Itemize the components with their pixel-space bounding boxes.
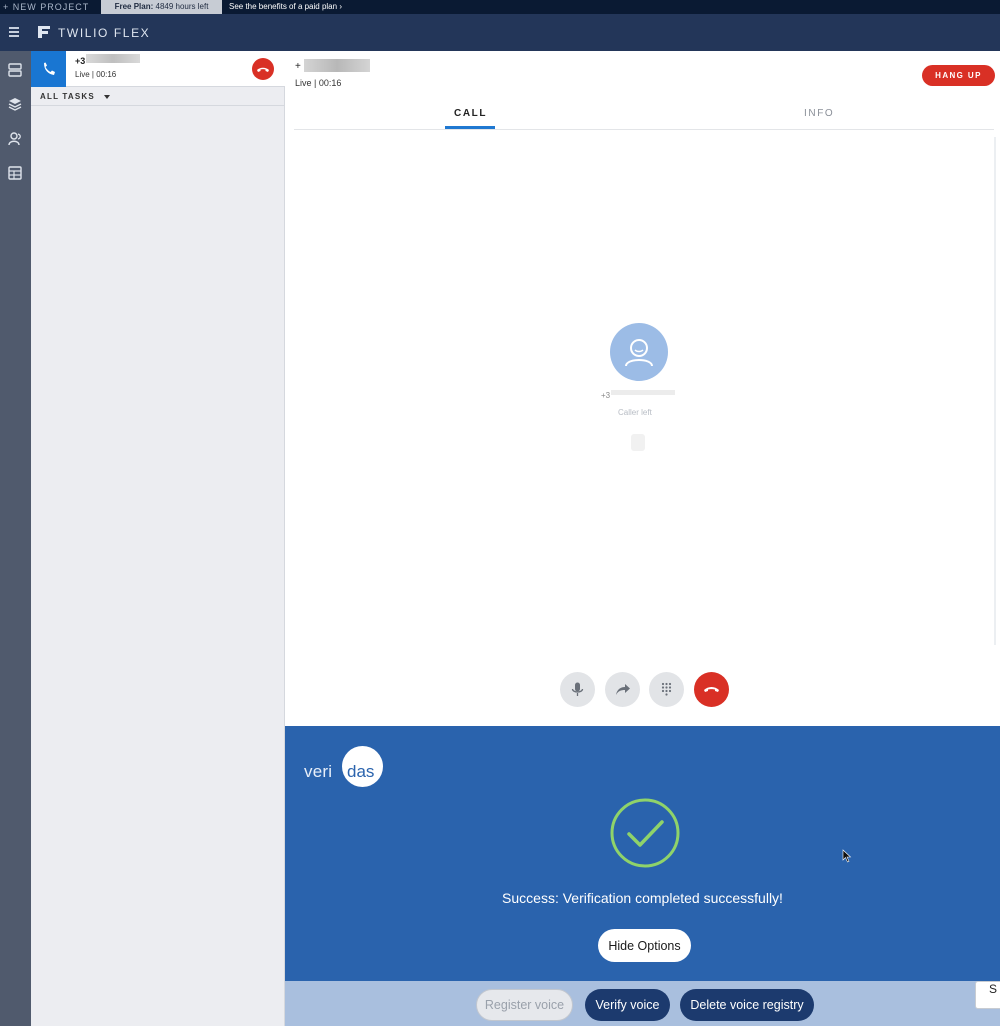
hide-options-button[interactable]: Hide Options bbox=[598, 929, 691, 962]
task-status: Live | 00:16 bbox=[75, 70, 117, 79]
task-list-icon[interactable] bbox=[6, 61, 24, 79]
app-header: TWILIO FLEX bbox=[0, 14, 1000, 51]
plan-label: Free Plan: bbox=[114, 2, 154, 11]
plan-hours: 4849 hours left bbox=[153, 2, 209, 11]
divider bbox=[294, 129, 994, 130]
participant-number: +3 bbox=[601, 391, 611, 400]
paid-plan-link-label: See the benefits of a paid plan bbox=[229, 2, 338, 11]
scrollbar[interactable] bbox=[992, 131, 998, 651]
dashboard-icon[interactable] bbox=[6, 164, 24, 182]
mute-button[interactable] bbox=[560, 672, 595, 707]
delete-voice-registry-button[interactable]: Delete voice registry bbox=[680, 989, 814, 1021]
voice-options-bar: Register voice Verify voice Delete voice… bbox=[285, 981, 1000, 1026]
tab-call[interactable]: CALL bbox=[454, 108, 487, 119]
paid-plan-link[interactable]: See the benefits of a paid plan › bbox=[229, 0, 342, 14]
veridas-panel: veri das Success: Verification completed… bbox=[285, 726, 1000, 981]
redacted-number bbox=[304, 59, 370, 72]
end-call-button[interactable] bbox=[694, 672, 729, 707]
redacted-number bbox=[611, 390, 675, 395]
hangup-icon bbox=[704, 687, 719, 692]
participant-action-icon[interactable] bbox=[631, 434, 645, 451]
tab-info[interactable]: INFO bbox=[804, 108, 834, 119]
veridas-logo: veri bbox=[304, 762, 333, 781]
hangup-icon bbox=[257, 67, 269, 72]
teams-icon[interactable] bbox=[6, 130, 24, 148]
task-card[interactable]: +3 Live | 00:16 bbox=[31, 51, 285, 87]
call-status: Live | 00:16 bbox=[295, 78, 342, 88]
app-title: TWILIO FLEX bbox=[58, 26, 151, 40]
verify-voice-button[interactable]: Verify voice bbox=[585, 989, 670, 1021]
menu-icon[interactable] bbox=[9, 27, 19, 37]
participant-status: Caller left bbox=[618, 408, 652, 417]
task-list-panel: +3 Live | 00:16 ALL TASKS bbox=[31, 51, 285, 1026]
new-project-link[interactable]: + NEW PROJECT bbox=[3, 0, 89, 14]
edge-button[interactable]: S bbox=[975, 981, 1000, 1009]
divider bbox=[31, 105, 285, 106]
hang-up-button[interactable]: HANG UP bbox=[922, 65, 995, 86]
avatar bbox=[610, 323, 668, 381]
task-caller-number: +3 bbox=[75, 56, 86, 66]
verification-message: Success: Verification completed successf… bbox=[502, 890, 783, 906]
phone-icon bbox=[31, 51, 66, 87]
register-voice-button[interactable]: Register voice bbox=[476, 989, 573, 1021]
twilio-flex-logo-icon bbox=[38, 26, 50, 38]
chevron-down-icon[interactable] bbox=[104, 95, 110, 99]
layers-icon[interactable] bbox=[6, 95, 24, 113]
transfer-button[interactable] bbox=[605, 672, 640, 707]
dialpad-icon bbox=[661, 682, 672, 696]
microphone-icon bbox=[571, 682, 584, 696]
call-canvas: + Live | 00:16 HANG UP CALL INFO +3 Call… bbox=[286, 51, 1000, 726]
top-strip: + NEW PROJECT Free Plan: 4849 hours left… bbox=[0, 0, 1000, 14]
dialpad-button[interactable] bbox=[649, 672, 684, 707]
task-hangup-button[interactable] bbox=[252, 58, 274, 80]
caller-number: + bbox=[295, 61, 301, 72]
free-plan-badge[interactable]: Free Plan: 4849 hours left bbox=[101, 0, 222, 14]
mouse-cursor-icon bbox=[842, 849, 852, 863]
forward-arrow-icon bbox=[616, 684, 630, 695]
veridas-logo-suffix: das bbox=[347, 762, 375, 781]
user-icon bbox=[625, 339, 653, 367]
side-nav bbox=[0, 51, 31, 1026]
redacted-number bbox=[86, 54, 140, 63]
success-check-icon bbox=[610, 798, 680, 868]
all-tasks-filter[interactable]: ALL TASKS bbox=[40, 92, 95, 101]
